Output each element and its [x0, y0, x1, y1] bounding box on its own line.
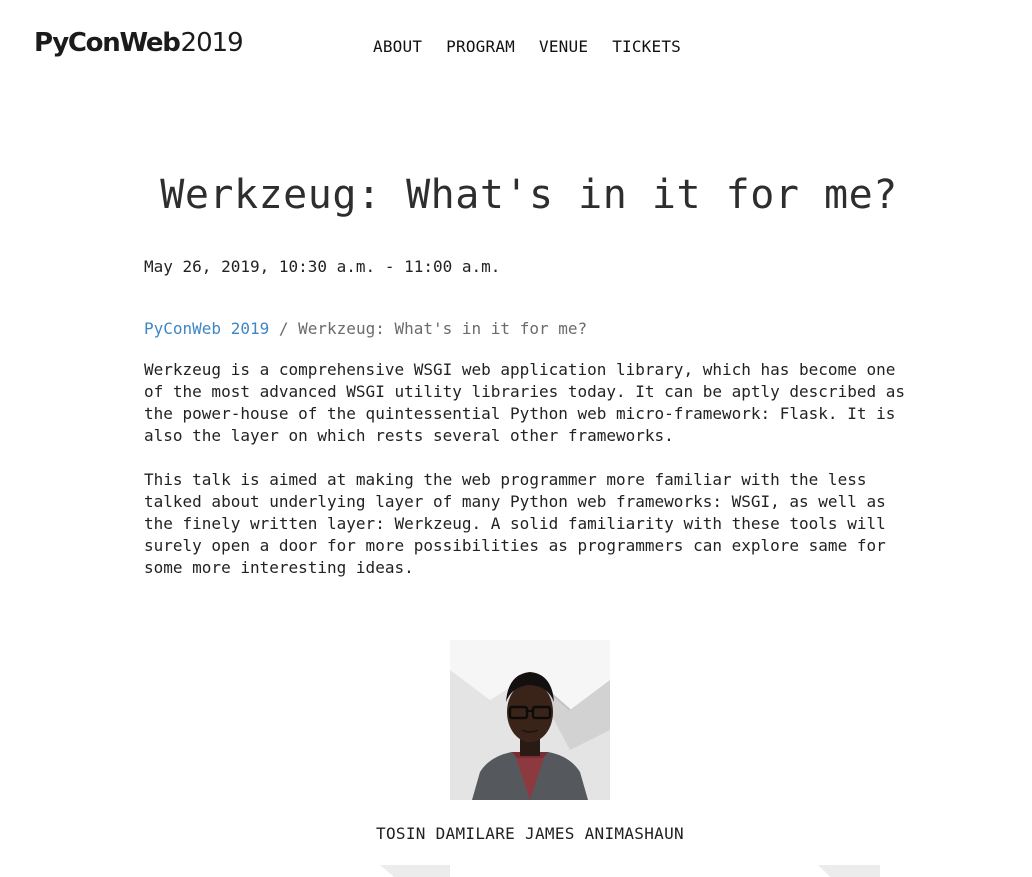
nav-tickets[interactable]: TICKETS	[612, 37, 681, 56]
site-logo[interactable]: PyConWeb 2019	[34, 28, 244, 62]
talk-description: Werkzeug is a comprehensive WSGI web app…	[144, 359, 914, 601]
decorative-shape-left	[380, 865, 450, 877]
speaker-name[interactable]: TOSIN DAMILARE JAMES ANIMASHAUN	[0, 824, 1032, 843]
speaker-portrait-image	[450, 640, 610, 800]
nav-about[interactable]: ABOUT	[373, 37, 422, 56]
logo-brand: PyConWeb	[34, 28, 181, 58]
main-nav: ABOUT PROGRAM VENUE TICKETS	[373, 37, 681, 56]
nav-venue[interactable]: VENUE	[539, 37, 588, 56]
breadcrumb-separator: /	[269, 319, 299, 338]
logo-year: 2019	[180, 28, 244, 58]
breadcrumb-current: Werkzeug: What's in it for me?	[298, 319, 588, 338]
speaker-photo[interactable]	[450, 640, 610, 800]
nav-program[interactable]: PROGRAM	[446, 37, 515, 56]
description-paragraph: Werkzeug is a comprehensive WSGI web app…	[144, 360, 905, 445]
breadcrumb-conference-link[interactable]: PyConWeb 2019	[144, 319, 269, 338]
decorative-shape-right	[818, 865, 880, 877]
talk-title: Werkzeug: What's in it for me?	[160, 172, 898, 218]
talk-datetime: May 26, 2019, 10:30 a.m. - 11:00 a.m.	[144, 257, 501, 276]
description-paragraph: This talk is aimed at making the web pro…	[144, 470, 886, 577]
breadcrumb: PyConWeb 2019 / Werkzeug: What's in it f…	[144, 319, 587, 338]
